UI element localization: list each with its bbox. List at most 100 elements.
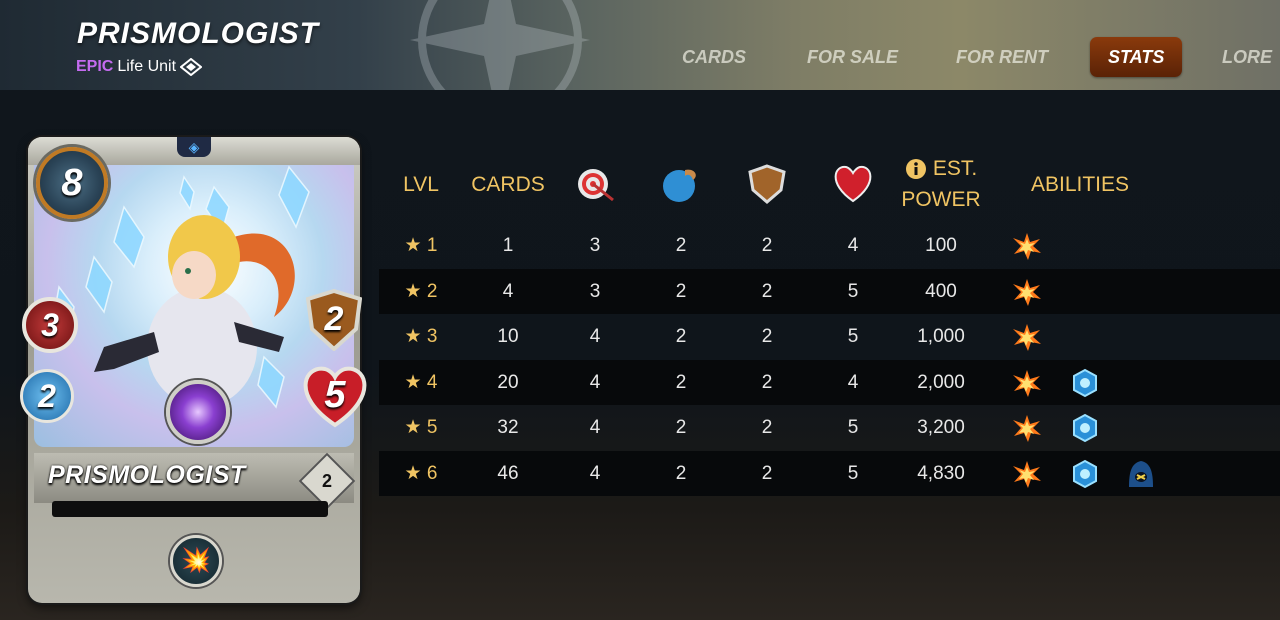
- cell-ranged: 4: [569, 451, 621, 496]
- cell-lvl-value: 1: [426, 235, 438, 256]
- cell-health: 4: [827, 360, 879, 405]
- cell-armor-value: 2: [761, 280, 773, 302]
- card-name: PRISMOLOGIST: [48, 461, 246, 489]
- cell-lvl: ★ 1: [391, 223, 451, 268]
- blast-icon[interactable]: [1011, 368, 1043, 398]
- blast-icon[interactable]: [1011, 459, 1043, 489]
- tab-for-sale[interactable]: FOR SALE: [807, 37, 898, 77]
- page-header: PRISMOLOGIST EPIC Life Unit CARDS FOR SA…: [0, 0, 1280, 90]
- tab-stats[interactable]: STATS: [1090, 37, 1183, 77]
- header-abilities: ABILITIES: [1030, 172, 1130, 196]
- table-row: ★ 2 4 3 2 2 5 400: [379, 268, 1280, 314]
- cell-health: 5: [827, 269, 879, 314]
- cell-cards: 32: [463, 405, 553, 450]
- blast-icon[interactable]: 💥: [170, 535, 222, 587]
- blast-icon[interactable]: [1011, 277, 1043, 307]
- cell-power: 400: [891, 269, 991, 314]
- cell-power-value: 100: [925, 235, 957, 256]
- cell-power-value: 4,830: [917, 463, 965, 484]
- cell-ranged: 3: [569, 223, 621, 268]
- cell-armor: 2: [741, 314, 793, 359]
- cell-armor: 2: [741, 269, 793, 314]
- speed-stat: 2: [20, 369, 74, 423]
- cell-lvl-value: 6: [426, 463, 438, 484]
- tab-for-rent[interactable]: FOR RENT: [956, 37, 1048, 77]
- cell-lvl-value: 5: [426, 417, 438, 439]
- armor-stat: 2: [324, 300, 344, 338]
- life-orb-icon: [166, 380, 230, 444]
- card-text-bar: [52, 501, 328, 517]
- cell-cards-value: 10: [497, 326, 519, 348]
- cell-health-value: 5: [847, 280, 859, 302]
- ranged-attack-icon: [569, 145, 621, 223]
- blast-icon[interactable]: [1011, 231, 1043, 261]
- cell-power: 4,830: [891, 451, 991, 496]
- blast-icon[interactable]: [1011, 322, 1043, 352]
- cell-power: 100: [891, 223, 991, 268]
- ranged-attack-stat: 3: [22, 297, 78, 353]
- cell-cards: 10: [463, 314, 553, 359]
- divine-shield-icon[interactable]: [1069, 368, 1101, 398]
- card-image: ◈ 8 3 2 2 5 PRISMOLOGIST 2 💥: [20, 137, 367, 603]
- cell-cards: 20: [463, 360, 553, 405]
- cell-armor: 2: [741, 451, 793, 496]
- header-power-line1: EST.: [932, 157, 978, 180]
- star-icon: ★: [404, 326, 427, 348]
- cell-lvl: ★ 6: [391, 451, 451, 496]
- edition-gem-icon: ◈: [177, 137, 211, 157]
- cell-lvl: ★ 4: [391, 360, 451, 405]
- cell-ranged: 4: [569, 405, 621, 450]
- cell-lvl: ★ 5: [391, 405, 451, 450]
- cell-cards: 1: [463, 223, 553, 268]
- cloak-icon[interactable]: [1125, 459, 1157, 489]
- cell-health-value: 4: [847, 371, 859, 393]
- star-icon: ★: [404, 463, 427, 484]
- star-icon: ★: [404, 235, 427, 256]
- table-row: ★ 3 10 4 2 2 5 1,000: [379, 314, 1280, 359]
- cell-lvl: ★ 3: [391, 314, 451, 359]
- cell-power-value: 2,000: [917, 371, 965, 393]
- table-row: ★ 5 32 4 2 2 5 3,200: [379, 405, 1280, 450]
- tab-lore[interactable]: LORE: [1222, 37, 1272, 77]
- card-level: 2: [321, 471, 332, 491]
- cell-cards-value: 4: [502, 280, 514, 302]
- cell-speed: 2: [655, 451, 707, 496]
- star-icon: ★: [404, 280, 427, 302]
- cell-speed: 2: [655, 269, 707, 314]
- cell-health: 5: [827, 314, 879, 359]
- cell-power: 1,000: [891, 314, 991, 359]
- divine-shield-icon[interactable]: [1069, 413, 1101, 443]
- cell-health-value: 5: [847, 326, 859, 348]
- info-icon[interactable]: [905, 158, 927, 180]
- table-row: ★ 1 1 3 2 2 4 100: [379, 223, 1280, 268]
- cell-health: 5: [827, 405, 879, 450]
- blast-icon[interactable]: [1011, 413, 1043, 443]
- cell-ranged-value: 4: [589, 463, 601, 484]
- cell-ranged-value: 3: [589, 235, 601, 256]
- cell-ranged-value: 4: [589, 371, 601, 393]
- cell-ranged-value: 4: [589, 417, 601, 439]
- star-icon: ★: [404, 417, 427, 439]
- cell-speed: 2: [655, 360, 707, 405]
- speed-icon: [655, 145, 707, 223]
- cell-speed-value: 2: [675, 326, 687, 348]
- health-stat: 5: [324, 374, 346, 416]
- cell-health-value: 5: [847, 417, 859, 439]
- cell-health: 5: [827, 451, 879, 496]
- cell-ranged: 4: [569, 314, 621, 359]
- cell-speed-value: 2: [675, 371, 687, 393]
- header-power-line2: POWER: [901, 188, 981, 211]
- divine-shield-icon[interactable]: [1069, 459, 1101, 489]
- cell-power-value: 400: [925, 280, 957, 302]
- header-cards: CARDS: [471, 172, 545, 196]
- cell-cards-value: 20: [497, 371, 519, 393]
- cell-speed: 2: [655, 314, 707, 359]
- cell-speed: 2: [655, 405, 707, 450]
- table-row: ★ 6 46 4 2 2 5 4,830: [379, 451, 1280, 496]
- tab-cards[interactable]: CARDS: [682, 37, 746, 77]
- cell-armor-value: 2: [761, 417, 773, 439]
- cell-cards-value: 32: [497, 417, 519, 439]
- cell-health: 4: [827, 223, 879, 268]
- cell-power-value: 1,000: [917, 326, 965, 348]
- cell-armor: 2: [741, 360, 793, 405]
